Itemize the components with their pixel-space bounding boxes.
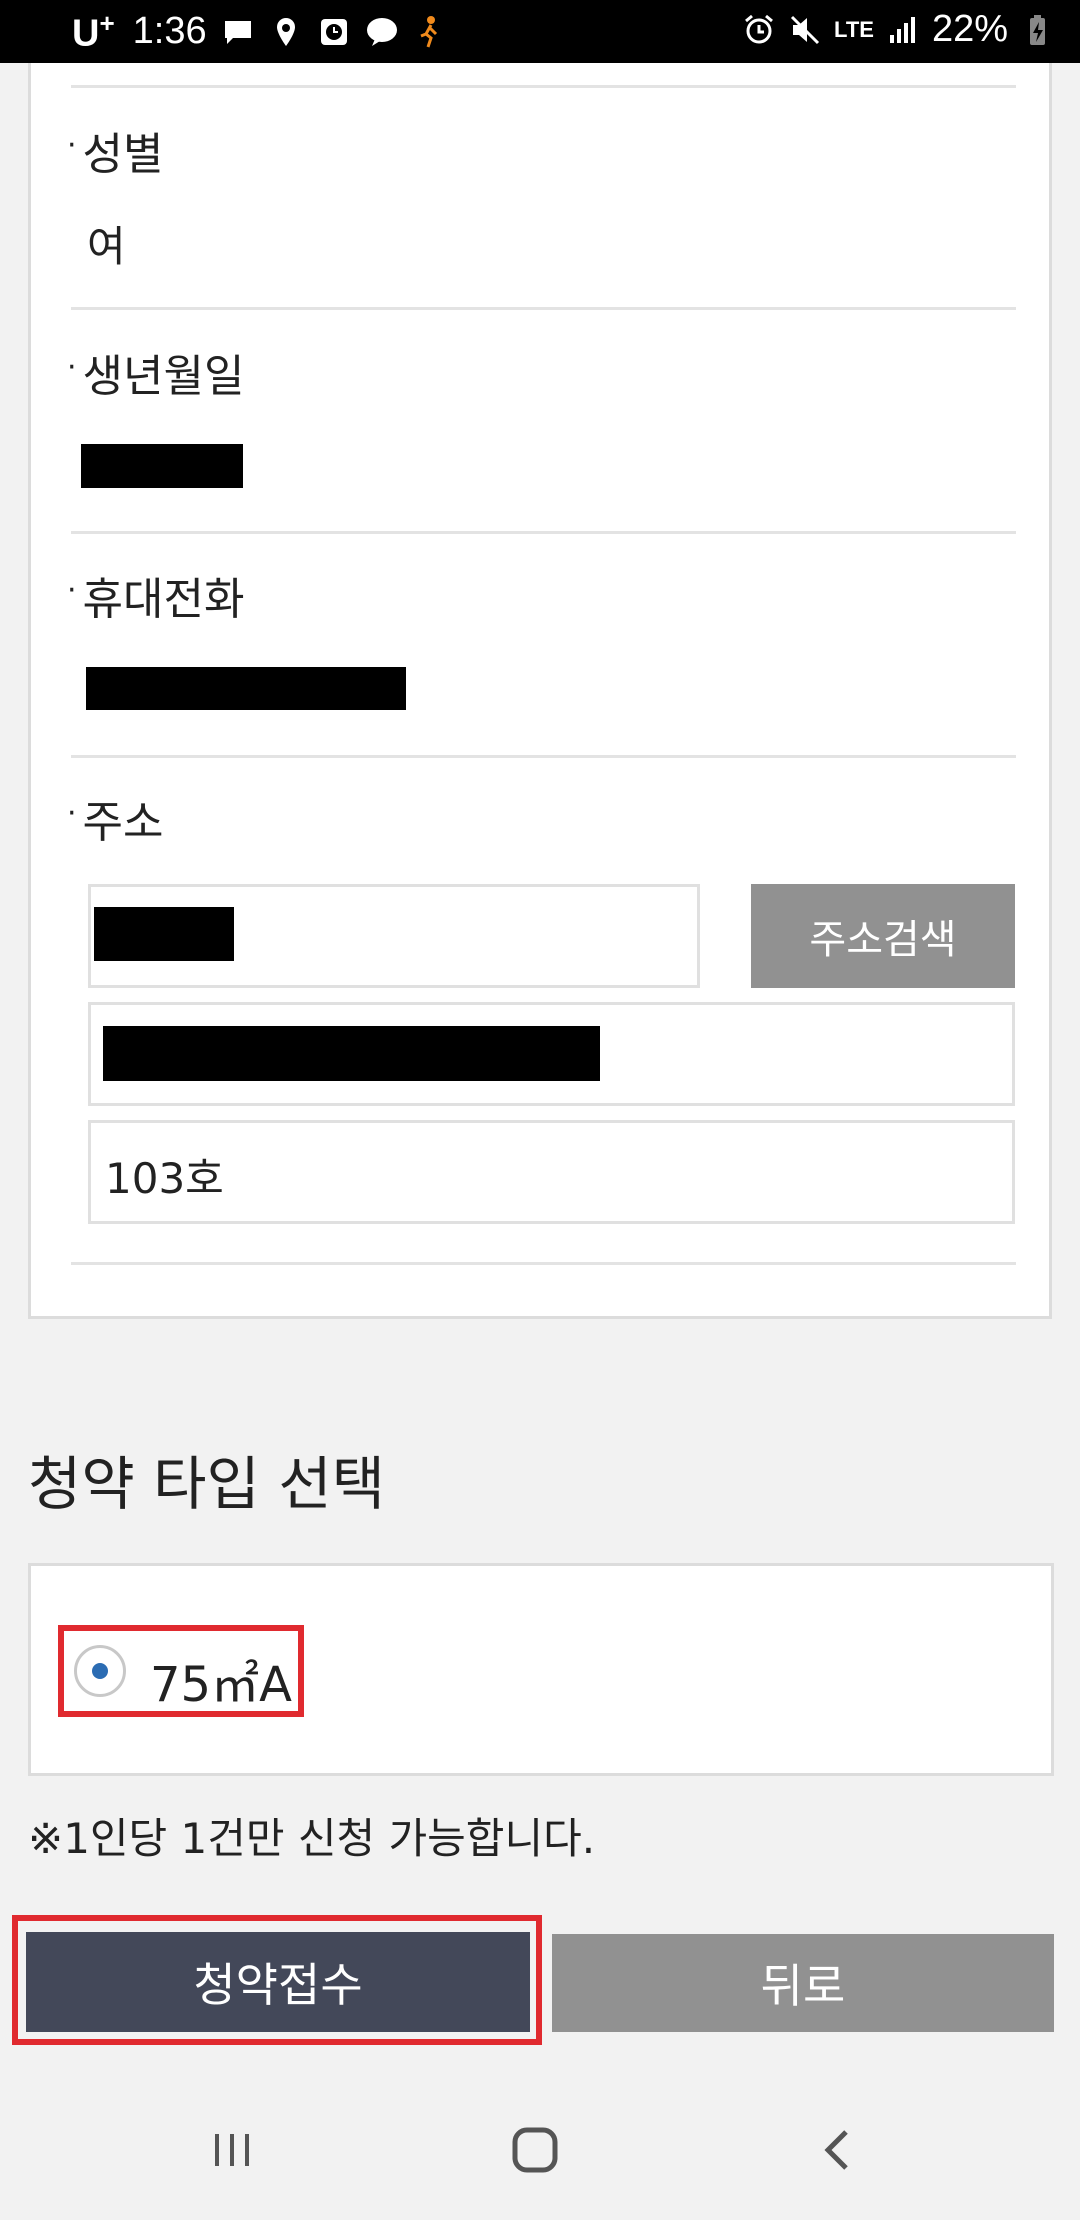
applicant-info-card: · 성별 여 · 생년월일 · 휴대전화 · 주소 주소검색 103호	[28, 63, 1052, 1319]
message-icon	[224, 20, 251, 44]
address-label: · 주소	[67, 796, 164, 848]
address-main-value-redacted	[103, 1026, 600, 1081]
back-chevron-icon	[824, 2130, 848, 2170]
submit-application-button[interactable]: 청약접수	[26, 1932, 530, 2032]
recent-apps-button[interactable]	[192, 2110, 272, 2190]
phone-label: · 휴대전화	[67, 573, 245, 625]
divider	[71, 85, 1016, 88]
status-bar: U+ 1:36 LTE 22%	[0, 0, 1080, 63]
alarm-icon	[745, 14, 773, 43]
system-nav-bar	[0, 2080, 1080, 2220]
limit-notice: ※1인당 1건만 신청 가능합니다.	[28, 1814, 596, 1863]
type-option-label: 75㎡A	[150, 1657, 292, 1713]
recent-apps-icon	[215, 2134, 249, 2166]
address-detail-input[interactable]: 103호	[88, 1120, 1015, 1224]
talk-icon	[366, 17, 397, 46]
address-search-button[interactable]: 주소검색	[751, 884, 1015, 988]
network-type-label: LTE	[834, 16, 874, 42]
divider	[71, 755, 1016, 758]
home-icon	[512, 2127, 558, 2173]
gender-label: · 성별	[67, 128, 164, 180]
address-main-input[interactable]	[88, 1002, 1015, 1106]
mute-icon	[790, 15, 820, 44]
battery-charging-icon	[1030, 14, 1045, 45]
phone-value-redacted	[86, 667, 406, 710]
status-right: LTE 22%	[742, 8, 1054, 51]
status-left: U+ 1:36	[72, 8, 447, 56]
clock: 1:36	[132, 10, 207, 53]
walking-person-icon	[420, 15, 437, 48]
back-nav-button[interactable]	[798, 2110, 878, 2190]
postcode-value-redacted	[94, 907, 234, 961]
clock-app-icon	[320, 18, 347, 45]
birthdate-value-redacted	[81, 444, 243, 488]
birthdate-label: · 생년월일	[67, 350, 245, 402]
location-icon	[276, 17, 295, 46]
type-option-75a[interactable]: 75㎡A	[58, 1625, 304, 1717]
divider	[71, 1262, 1016, 1265]
home-button[interactable]	[495, 2110, 575, 2190]
address-detail-value: 103호	[105, 1154, 224, 1203]
back-button[interactable]: 뒤로	[552, 1934, 1054, 2032]
postcode-input[interactable]	[88, 884, 700, 988]
radio-selected-icon[interactable]	[74, 1645, 126, 1697]
gender-value: 여	[87, 222, 126, 271]
battery-level: 22%	[931, 8, 1008, 50]
signal-icon	[889, 16, 915, 43]
divider	[71, 307, 1016, 310]
type-section-title: 청약 타입 선택	[28, 1450, 386, 1518]
carrier-label: U+	[72, 8, 115, 55]
divider	[71, 531, 1016, 534]
